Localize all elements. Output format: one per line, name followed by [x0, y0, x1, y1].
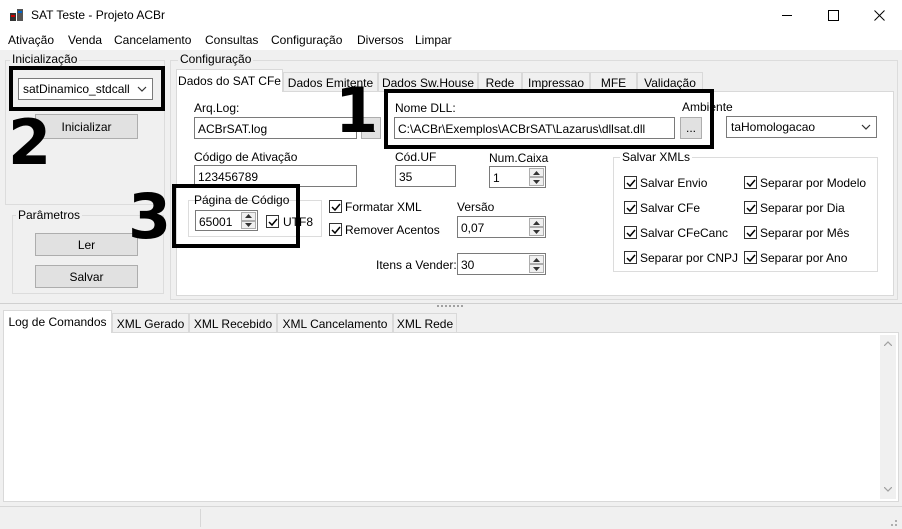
- menu-diversos[interactable]: Diversos: [357, 33, 404, 47]
- formatar-xml-label: Formatar XML: [345, 200, 422, 214]
- cod-uf-label: Cód.UF: [395, 150, 437, 164]
- window-title: SAT Teste - Projeto ACBr: [31, 8, 166, 22]
- salvar-cfecanc-label: Salvar CFeCanc: [640, 226, 729, 240]
- spin-down-icon[interactable]: [529, 227, 544, 236]
- checkmark-icon: [745, 254, 756, 262]
- separar-dia-label: Separar por Dia: [760, 201, 845, 215]
- versao-input[interactable]: 0,07: [457, 216, 546, 238]
- tab-xml-rede[interactable]: XML Rede: [393, 313, 457, 333]
- status-bar: [0, 506, 902, 529]
- maximize-button[interactable]: [810, 0, 856, 30]
- arq-log-input[interactable]: ACBrSAT.log: [194, 117, 357, 139]
- salvar-cfecanc-checkbox[interactable]: [624, 226, 637, 239]
- separar-cnpj-label: Separar por CNPJ: [640, 251, 739, 265]
- status-divider: [200, 509, 201, 527]
- checkmark-icon: [625, 229, 636, 237]
- spin-down-icon[interactable]: [529, 264, 544, 273]
- cod-uf-input[interactable]: 35: [395, 165, 456, 187]
- callout-box-1: [384, 89, 714, 149]
- num-caixa-value: 1: [493, 171, 500, 185]
- callout-box-3: [172, 184, 300, 248]
- remover-acentos-checkbox[interactable]: [329, 223, 342, 236]
- params-group-label: Parâmetros: [16, 208, 83, 222]
- spin-up-icon[interactable]: [529, 168, 544, 177]
- checkmark-icon: [330, 203, 341, 211]
- menu-bar: Ativação Venda Cancelamento Consultas Co…: [0, 30, 902, 50]
- separar-mes-label: Separar por Mês: [760, 226, 850, 240]
- menu-venda[interactable]: Venda: [68, 33, 102, 47]
- salvar-xmls-label: Salvar XMLs: [620, 150, 693, 164]
- splitter[interactable]: [0, 303, 902, 307]
- versao-value: 0,07: [461, 221, 485, 235]
- checkmark-icon: [745, 179, 756, 187]
- read-button[interactable]: Ler: [35, 233, 138, 256]
- tab-dados-sat-cfe[interactable]: Dados do SAT CFe: [176, 69, 283, 92]
- salvar-envio-checkbox[interactable]: [624, 176, 637, 189]
- arq-log-label: Arq.Log:: [194, 101, 240, 115]
- salvar-cfe-label: Salvar CFe: [640, 201, 701, 215]
- tab-xml-cancelamento[interactable]: XML Cancelamento: [277, 313, 393, 333]
- tab-xml-recebido[interactable]: XML Recebido: [189, 313, 277, 333]
- spin-down-icon[interactable]: [529, 177, 544, 186]
- separar-ano-checkbox[interactable]: [744, 251, 757, 264]
- tab-log-comandos[interactable]: Log de Comandos: [3, 310, 112, 333]
- save-button[interactable]: Salvar: [35, 265, 138, 288]
- size-grip-icon[interactable]: [886, 515, 898, 527]
- minimize-button[interactable]: [764, 0, 810, 30]
- menu-consultas[interactable]: Consultas: [205, 33, 258, 47]
- versao-label: Versão: [457, 200, 495, 214]
- separar-ano-label: Separar por Ano: [760, 251, 848, 265]
- remover-acentos-label: Remover Acentos: [345, 223, 440, 237]
- salvar-cfe-checkbox[interactable]: [624, 201, 637, 214]
- itens-vender-spinner[interactable]: [529, 255, 544, 273]
- close-button[interactable]: [856, 0, 902, 30]
- checkmark-icon: [625, 254, 636, 262]
- log-scrollbar[interactable]: [880, 335, 896, 499]
- itens-vender-value: 30: [461, 258, 475, 272]
- spin-up-icon[interactable]: [529, 218, 544, 227]
- maximize-icon: [827, 9, 839, 21]
- formatar-xml-checkbox[interactable]: [329, 200, 342, 213]
- separar-modelo-checkbox[interactable]: [744, 176, 757, 189]
- salvar-envio-label: Salvar Envio: [640, 176, 708, 190]
- scroll-down-icon[interactable]: [884, 487, 892, 492]
- chevron-down-icon: [861, 124, 871, 130]
- checkmark-icon: [625, 179, 636, 187]
- separar-cnpj-checkbox[interactable]: [624, 251, 637, 264]
- scroll-up-icon[interactable]: [884, 341, 892, 346]
- separar-modelo-label: Separar por Modelo: [760, 176, 867, 190]
- checkmark-icon: [330, 226, 341, 234]
- tab-xml-gerado[interactable]: XML Gerado: [112, 313, 189, 333]
- separar-mes-checkbox[interactable]: [744, 226, 757, 239]
- callout-number-1: 1: [335, 74, 379, 147]
- num-caixa-input[interactable]: 1: [489, 166, 546, 188]
- ambiente-combo-value: taHomologacao: [731, 120, 816, 134]
- codigo-ativacao-label: Código de Ativação: [194, 150, 298, 164]
- ambiente-combo[interactable]: taHomologacao: [726, 116, 877, 138]
- config-group-label: Configuração: [178, 52, 254, 66]
- num-caixa-label: Num.Caixa: [489, 151, 549, 165]
- log-textarea[interactable]: [6, 335, 880, 499]
- app-icon: [10, 9, 23, 21]
- separar-dia-checkbox[interactable]: [744, 201, 757, 214]
- callout-box-2: [9, 66, 165, 111]
- num-caixa-spinner[interactable]: [529, 168, 544, 186]
- itens-vender-label: Itens a Vender:: [376, 258, 457, 272]
- callout-number-2: 2: [8, 106, 52, 179]
- menu-limpar[interactable]: Limpar: [415, 33, 452, 47]
- grip-icon: [437, 305, 463, 307]
- callout-number-3: 3: [128, 180, 172, 253]
- close-icon: [873, 9, 885, 21]
- versao-spinner[interactable]: [529, 218, 544, 236]
- menu-configuracao[interactable]: Configuração: [271, 33, 342, 47]
- checkmark-icon: [625, 204, 636, 212]
- checkmark-icon: [745, 229, 756, 237]
- checkmark-icon: [745, 204, 756, 212]
- menu-cancelamento[interactable]: Cancelamento: [114, 33, 191, 47]
- init-group-label: Inicialização: [10, 52, 80, 66]
- menu-ativacao[interactable]: Ativação: [8, 33, 54, 47]
- itens-vender-input[interactable]: 30: [457, 253, 546, 275]
- minimize-icon: [781, 14, 792, 16]
- spin-up-icon[interactable]: [529, 255, 544, 264]
